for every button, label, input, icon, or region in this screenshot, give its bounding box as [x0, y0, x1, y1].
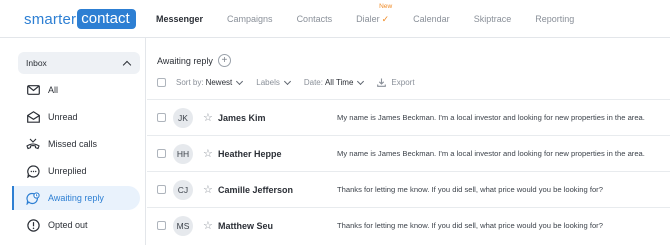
row-checkbox[interactable]	[157, 149, 166, 158]
sidebar-item-all[interactable]: All	[12, 78, 140, 102]
envelope-icon	[26, 83, 40, 97]
chevron-up-icon	[122, 60, 132, 69]
sidebar-item-missed-calls[interactable]: Missed calls	[12, 132, 140, 156]
nav-label: Calendar	[413, 14, 450, 24]
conversation-row[interactable]: MS ☆ Matthew Seu Thanks for letting me k…	[147, 207, 670, 243]
logo-word-1: smarter	[24, 10, 77, 28]
smarter-contact-logo[interactable]: smarter contact	[24, 9, 136, 29]
add-button[interactable]: +	[217, 54, 231, 67]
nav-reporting[interactable]: Reporting	[535, 0, 574, 38]
awaiting-chat-icon	[26, 191, 40, 205]
date-dropdown[interactable]: Date: All Time	[303, 77, 365, 87]
conversation-row[interactable]: JK ☆ James Kim My name is James Beckman.…	[147, 99, 670, 135]
list-header: Awaiting reply +	[157, 54, 231, 67]
exclamation-circle-icon	[26, 218, 40, 232]
sidebar-item-label: Unreplied	[48, 166, 87, 176]
sort-value: Newest	[205, 78, 233, 87]
sidebar-item-unreplied[interactable]: Unreplied	[12, 159, 140, 183]
message-preview: My name is James Beckman. I'm a local in…	[337, 113, 645, 122]
nav-label: Reporting	[535, 14, 575, 24]
contact-name: Camille Jefferson	[218, 184, 294, 195]
conversation-list-panel: Awaiting reply + Sort by: Newest Labels …	[147, 38, 670, 245]
sidebar-item-unread[interactable]: Unread	[12, 105, 140, 129]
plus-icon: +	[221, 54, 228, 66]
nav-label: Dialer	[356, 14, 380, 24]
labels-dropdown[interactable]: Labels	[256, 77, 291, 87]
row-checkbox[interactable]	[157, 221, 166, 230]
nav-calendar[interactable]: Calendar	[413, 0, 450, 38]
avatar: CJ	[173, 179, 193, 200]
chevron-down-icon	[236, 77, 244, 85]
conversation-row[interactable]: CJ ☆ Camille Jefferson Thanks for lettin…	[147, 171, 670, 207]
nav-dialer[interactable]: Dialer ✓ New	[356, 0, 393, 38]
date-label: Date:	[303, 78, 323, 87]
contact-name: Heather Heppe	[218, 148, 282, 159]
chat-bubble-icon	[26, 164, 40, 178]
checkmark-icon: ✓	[381, 13, 390, 24]
filter-bar: Sort by: Newest Labels Date: All Time Ex…	[157, 77, 429, 87]
star-icon[interactable]: ☆	[203, 219, 213, 232]
nav-label: Campaigns	[227, 14, 273, 24]
row-checkbox[interactable]	[157, 185, 166, 194]
nav-skiptrace[interactable]: Skiptrace	[474, 0, 512, 38]
nav-contacts[interactable]: Contacts	[297, 0, 333, 38]
page-title: Awaiting reply	[157, 55, 213, 66]
avatar: JK	[173, 107, 193, 128]
sort-label: Sort by:	[176, 78, 204, 87]
chevron-down-icon	[283, 77, 291, 85]
export-label: Export	[391, 78, 415, 87]
inbox-dropdown[interactable]: Inbox	[18, 52, 140, 74]
new-badge: New	[379, 3, 393, 10]
nav-label: Messenger	[156, 14, 204, 24]
logo-word-2: contact	[77, 9, 136, 29]
row-checkbox[interactable]	[157, 113, 166, 122]
star-icon[interactable]: ☆	[203, 111, 213, 124]
conversation-list: JK ☆ James Kim My name is James Beckman.…	[147, 99, 670, 243]
nav-messenger[interactable]: Messenger	[156, 0, 203, 38]
message-preview: Thanks for letting me know. If you did s…	[337, 221, 603, 230]
avatar: MS	[173, 215, 193, 236]
chevron-down-icon	[357, 77, 365, 85]
nav-label: Skiptrace	[473, 14, 512, 24]
export-button[interactable]: Export	[377, 78, 415, 87]
sidebar-item-awaiting-reply[interactable]: Awaiting reply	[12, 186, 140, 210]
sidebar-item-opted-out[interactable]: Opted out	[12, 213, 140, 237]
star-icon[interactable]: ☆	[203, 183, 213, 196]
sidebar-item-label: Missed calls	[48, 139, 98, 149]
sidebar-item-label: Opted out	[48, 220, 88, 230]
conversation-row[interactable]: HH ☆ Heather Heppe My name is James Beck…	[147, 135, 670, 171]
select-all-checkbox[interactable]	[157, 78, 166, 87]
contact-name: James Kim	[218, 112, 266, 123]
sort-dropdown[interactable]: Sort by: Newest	[176, 77, 244, 87]
inbox-label: Inbox	[26, 58, 47, 68]
unread-envelope-icon	[26, 110, 40, 124]
nav-label: Contacts	[296, 14, 333, 24]
nav-campaigns[interactable]: Campaigns	[227, 0, 273, 38]
download-icon	[377, 78, 387, 87]
message-preview: Thanks for letting me know. If you did s…	[337, 185, 603, 194]
star-icon[interactable]: ☆	[203, 147, 213, 160]
labels-label: Labels	[256, 78, 280, 87]
message-preview: My name is James Beckman. I'm a local in…	[337, 149, 645, 158]
avatar: HH	[173, 143, 193, 164]
missed-call-icon	[26, 137, 40, 151]
sidebar: Inbox All Unread Missed calls Unreplied …	[0, 38, 146, 245]
date-value: All Time	[324, 78, 354, 87]
sidebar-item-label: Unread	[48, 112, 78, 122]
main-nav: Messenger Campaigns Contacts Dialer ✓ Ne…	[156, 0, 598, 38]
sidebar-item-label: Awaiting reply	[48, 193, 104, 203]
sidebar-item-label: All	[48, 85, 59, 95]
contact-name: Matthew Seu	[218, 220, 274, 231]
top-navigation-bar: smarter contact Messenger Campaigns Cont…	[0, 0, 670, 38]
